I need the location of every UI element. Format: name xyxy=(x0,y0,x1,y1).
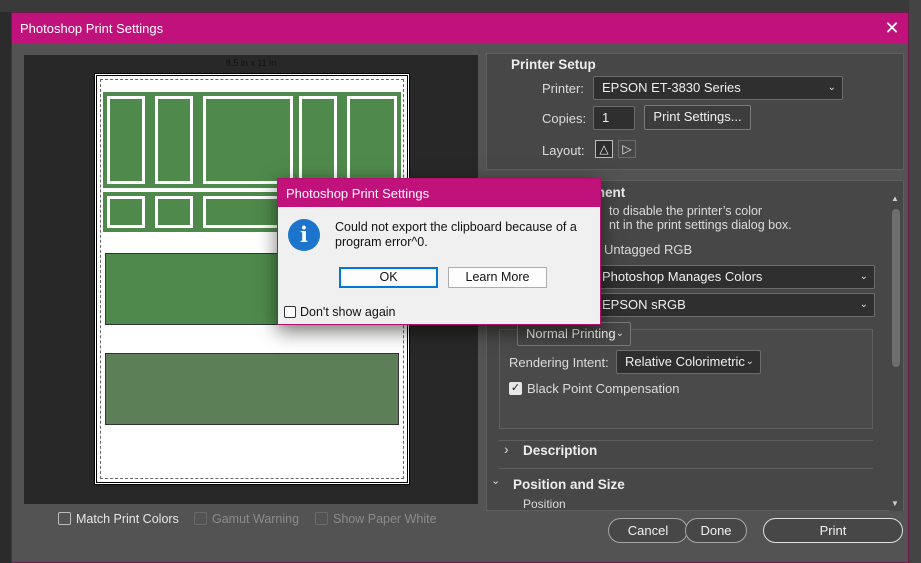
rendering-intent-label: Rendering Intent: xyxy=(509,355,609,370)
printer-setup-title: Printer Setup xyxy=(511,57,596,72)
print-button[interactable]: Print xyxy=(763,518,903,543)
layout-label: Layout: xyxy=(542,143,585,158)
gamut-warning-checkbox xyxy=(194,512,207,525)
description-section-title[interactable]: Description xyxy=(523,443,597,458)
printer-profile-select[interactable]: EPSON sRGB ⌄ xyxy=(593,293,875,317)
artwork-frame xyxy=(155,196,193,228)
error-dialog: Photoshop Print Settings i Could not exp… xyxy=(277,178,601,325)
position-divider xyxy=(499,468,873,469)
scroll-down-icon[interactable]: ▼ xyxy=(891,499,899,508)
show-paper-white-label: Show Paper White xyxy=(333,512,437,526)
description-divider xyxy=(499,440,873,441)
landscape-layout-icon[interactable]: ▷ xyxy=(618,140,636,158)
color-handling-value: Photoshop Manages Colors xyxy=(602,269,763,284)
chevron-down-icon: ⌄ xyxy=(859,299,868,310)
title-bar: Photoshop Print Settings ✕ xyxy=(12,13,908,44)
chevron-down-icon: ⌄ xyxy=(827,82,836,93)
artwork-block xyxy=(105,353,399,425)
dont-show-again-option[interactable]: Don't show again xyxy=(284,305,396,319)
match-print-colors-checkbox[interactable] xyxy=(58,512,71,525)
gamut-warning-label: Gamut Warning xyxy=(212,512,300,526)
scrollbar-thumb[interactable] xyxy=(892,209,900,367)
color-handling-select[interactable]: Photoshop Manages Colors ⌄ xyxy=(593,265,875,289)
dont-show-again-checkbox[interactable] xyxy=(284,306,296,318)
match-print-colors-label: Match Print Colors xyxy=(76,512,179,526)
print-settings-button[interactable]: Print Settings... xyxy=(644,105,751,130)
position-subsection-label: Position xyxy=(523,497,566,511)
printer-select-value: EPSON ET-3830 Series xyxy=(602,80,741,95)
show-paper-white-option: Show Paper White xyxy=(315,512,437,526)
description-expand-icon[interactable]: › xyxy=(504,441,509,457)
copies-label: Copies: xyxy=(542,111,587,126)
black-point-checkbox[interactable]: ✓ xyxy=(509,382,522,395)
match-print-colors-option[interactable]: Match Print Colors xyxy=(58,512,179,526)
artwork-frame xyxy=(347,96,397,184)
learn-more-button[interactable]: Learn More xyxy=(448,267,547,288)
printer-label: Printer: xyxy=(542,81,584,96)
desktop-background xyxy=(0,0,921,12)
color-hint-line2: nt in the print settings dialog box. xyxy=(609,218,792,232)
printer-select[interactable]: EPSON ET-3830 Series ⌄ xyxy=(593,76,843,100)
printer-profile-value: EPSON sRGB xyxy=(602,297,686,312)
window-title: Photoshop Print Settings xyxy=(20,21,164,36)
artwork-frame xyxy=(107,196,145,228)
position-collapse-icon[interactable]: ⌄ xyxy=(491,474,500,487)
black-point-label: Black Point Compensation xyxy=(527,381,680,396)
normal-printing-value: Normal Printing xyxy=(526,326,616,341)
artwork-frame xyxy=(203,96,293,184)
show-paper-white-checkbox xyxy=(315,512,328,525)
artwork-frame xyxy=(155,96,193,184)
copies-input[interactable]: 1 xyxy=(593,106,635,130)
error-dialog-title: Photoshop Print Settings xyxy=(278,179,600,207)
rendering-intent-value: Relative Colorimetric xyxy=(625,354,745,369)
settings-scrollbar[interactable]: ▲ ▼ xyxy=(889,191,903,511)
portrait-layout-icon[interactable]: △ xyxy=(595,140,613,158)
scroll-up-icon[interactable]: ▲ xyxy=(891,194,899,203)
error-message: Could not export the clipboard because o… xyxy=(335,220,577,249)
chevron-down-icon: ⌄ xyxy=(615,328,624,339)
cancel-button[interactable]: Cancel xyxy=(608,518,688,543)
color-hint-line1: to disable the printer’s color xyxy=(609,204,763,218)
artwork-frame xyxy=(299,96,337,184)
close-icon[interactable]: ✕ xyxy=(882,18,902,38)
rendering-intent-select[interactable]: Relative Colorimetric ⌄ xyxy=(616,350,761,374)
info-icon: i xyxy=(288,219,320,251)
background-panel-edge xyxy=(909,0,921,563)
position-size-section-title[interactable]: Position and Size xyxy=(513,477,625,492)
gamut-warning-option: Gamut Warning xyxy=(194,512,299,526)
artwork-frame xyxy=(107,96,145,184)
chevron-down-icon: ⌄ xyxy=(859,271,868,282)
normal-printing-select[interactable]: Normal Printing ⌄ xyxy=(517,322,631,346)
printer-setup-group: Printer Setup Printer: EPSON ET-3830 Ser… xyxy=(486,53,904,170)
paper-size-label: 8.5 in x 11 in xyxy=(225,58,277,68)
chevron-down-icon: ⌄ xyxy=(745,356,754,367)
dont-show-again-label: Don't show again xyxy=(300,305,396,319)
done-button[interactable]: Done xyxy=(685,518,747,543)
document-profile-value: Untagged RGB xyxy=(604,242,693,257)
ok-button[interactable]: OK xyxy=(339,267,438,288)
